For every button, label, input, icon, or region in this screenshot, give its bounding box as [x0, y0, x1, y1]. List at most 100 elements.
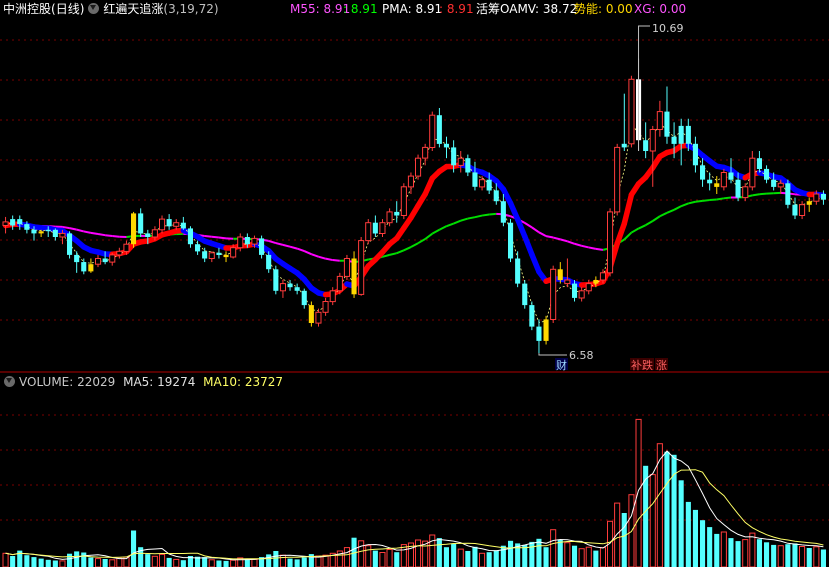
long-ma-segment: [574, 242, 582, 247]
candle-body: [720, 172, 727, 188]
candle-body: [664, 111, 670, 137]
zhang-tag: 涨: [656, 359, 667, 372]
long-ma-segment: [69, 227, 77, 231]
volume-bar: [173, 558, 180, 567]
volume-bar: [95, 558, 102, 567]
candle-body: [486, 179, 492, 191]
candle-body: [429, 114, 436, 148]
candle-body: [614, 146, 621, 213]
volume-bar: [508, 540, 514, 567]
volume-bar: [109, 559, 116, 567]
volume-bar: [593, 550, 599, 567]
candle-body: [244, 237, 250, 245]
candle-body: [436, 115, 442, 144]
shineng-value: 势能: 0.00: [574, 2, 633, 16]
volume-bar: [202, 557, 208, 567]
candle-body: [515, 258, 521, 284]
long-ma-segment: [303, 250, 312, 256]
candle-body: [379, 222, 386, 234]
period-label: (日线): [51, 2, 85, 16]
kline-chart[interactable]: 10.69 6.58 财 补跌 涨: [0, 0, 829, 567]
volume-bar: [45, 559, 51, 567]
long-ma-segment: [652, 215, 661, 222]
long-ma-segment: [560, 238, 568, 243]
candle-body: [251, 237, 258, 245]
candle-body: [472, 172, 478, 187]
volume-bar: [31, 557, 37, 567]
volume-header: VOLUME: 22029 MA5: 19274 MA10: 23727: [0, 373, 829, 391]
long-ma-segment: [396, 249, 405, 255]
indicator-name: 红遍天追涨: [103, 2, 164, 16]
candle-body: [671, 136, 677, 144]
pma-value: PMA: 8.91: [382, 2, 443, 16]
candle-body: [394, 211, 400, 216]
volume-bar: [720, 531, 727, 567]
candle-body: [728, 172, 734, 180]
candle-body: [599, 272, 607, 281]
long-ma-segment: [389, 252, 397, 256]
candle-body: [315, 311, 322, 324]
candle-body: [735, 179, 741, 198]
volume-bar: [379, 552, 386, 567]
long-ma-segment: [524, 222, 533, 229]
ma5-value: MA5: 19274: [123, 375, 196, 389]
long-ma-segment: [595, 247, 604, 251]
volume-bar: [771, 544, 777, 567]
candle-body: [820, 194, 826, 200]
long-ma-segment: [76, 228, 85, 233]
trend-band-segment: [521, 233, 535, 258]
candle-body: [279, 283, 286, 292]
candle-body: [95, 258, 102, 265]
candle-body: [792, 204, 798, 216]
xg-value: XG: 0.00: [634, 2, 687, 16]
long-ma-segment: [538, 231, 547, 237]
volume-bar: [436, 538, 442, 567]
candle-body: [400, 186, 407, 217]
candle-body: [457, 157, 464, 166]
volume-bar: [294, 559, 300, 567]
indicator-dropdown-icon[interactable]: [88, 3, 100, 14]
volume-bar: [685, 501, 691, 567]
candle-body: [550, 268, 557, 320]
candle-body: [31, 229, 37, 234]
volume-bar: [223, 560, 229, 567]
volume-bar: [457, 548, 464, 567]
stock-name: 中洲控股: [3, 2, 52, 16]
m55-value: M55: 8.91: [290, 2, 351, 16]
long-ma-segment: [112, 235, 120, 238]
volume-bar: [10, 556, 16, 567]
volume-bar: [557, 540, 563, 567]
candle-body: [230, 247, 237, 258]
candle-body: [329, 290, 336, 303]
candle-body: [372, 222, 378, 234]
volume-bar: [813, 546, 820, 567]
candle-body: [336, 275, 343, 292]
volume-dropdown-icon[interactable]: [4, 376, 15, 387]
candle-body: [151, 229, 158, 238]
volume-bar: [735, 541, 741, 567]
candle-body: [764, 168, 770, 180]
volume-bar: [38, 558, 44, 567]
candle-body: [237, 236, 244, 249]
long-ma-segment: [431, 228, 440, 235]
long-ma-segment: [90, 231, 99, 235]
candle-body: [557, 269, 563, 281]
long-ma-segment: [403, 246, 412, 252]
candle-body: [422, 146, 429, 159]
candle-body: [351, 258, 357, 295]
candle-body: [17, 219, 23, 225]
candle-body: [123, 243, 130, 252]
volume-bar: [472, 546, 478, 567]
candle-body: [2, 221, 9, 226]
volume-bar: [116, 557, 123, 567]
trend-band-segment: [529, 251, 542, 275]
volume-bar: [671, 454, 677, 567]
candle-body: [777, 182, 784, 188]
candle-body: [10, 219, 16, 226]
candle-body: [806, 201, 812, 205]
candle-body: [714, 183, 720, 187]
long-ma-segment: [332, 259, 340, 262]
candle-body: [273, 269, 279, 291]
volume-bar: [131, 530, 137, 567]
candle-body: [707, 179, 713, 184]
